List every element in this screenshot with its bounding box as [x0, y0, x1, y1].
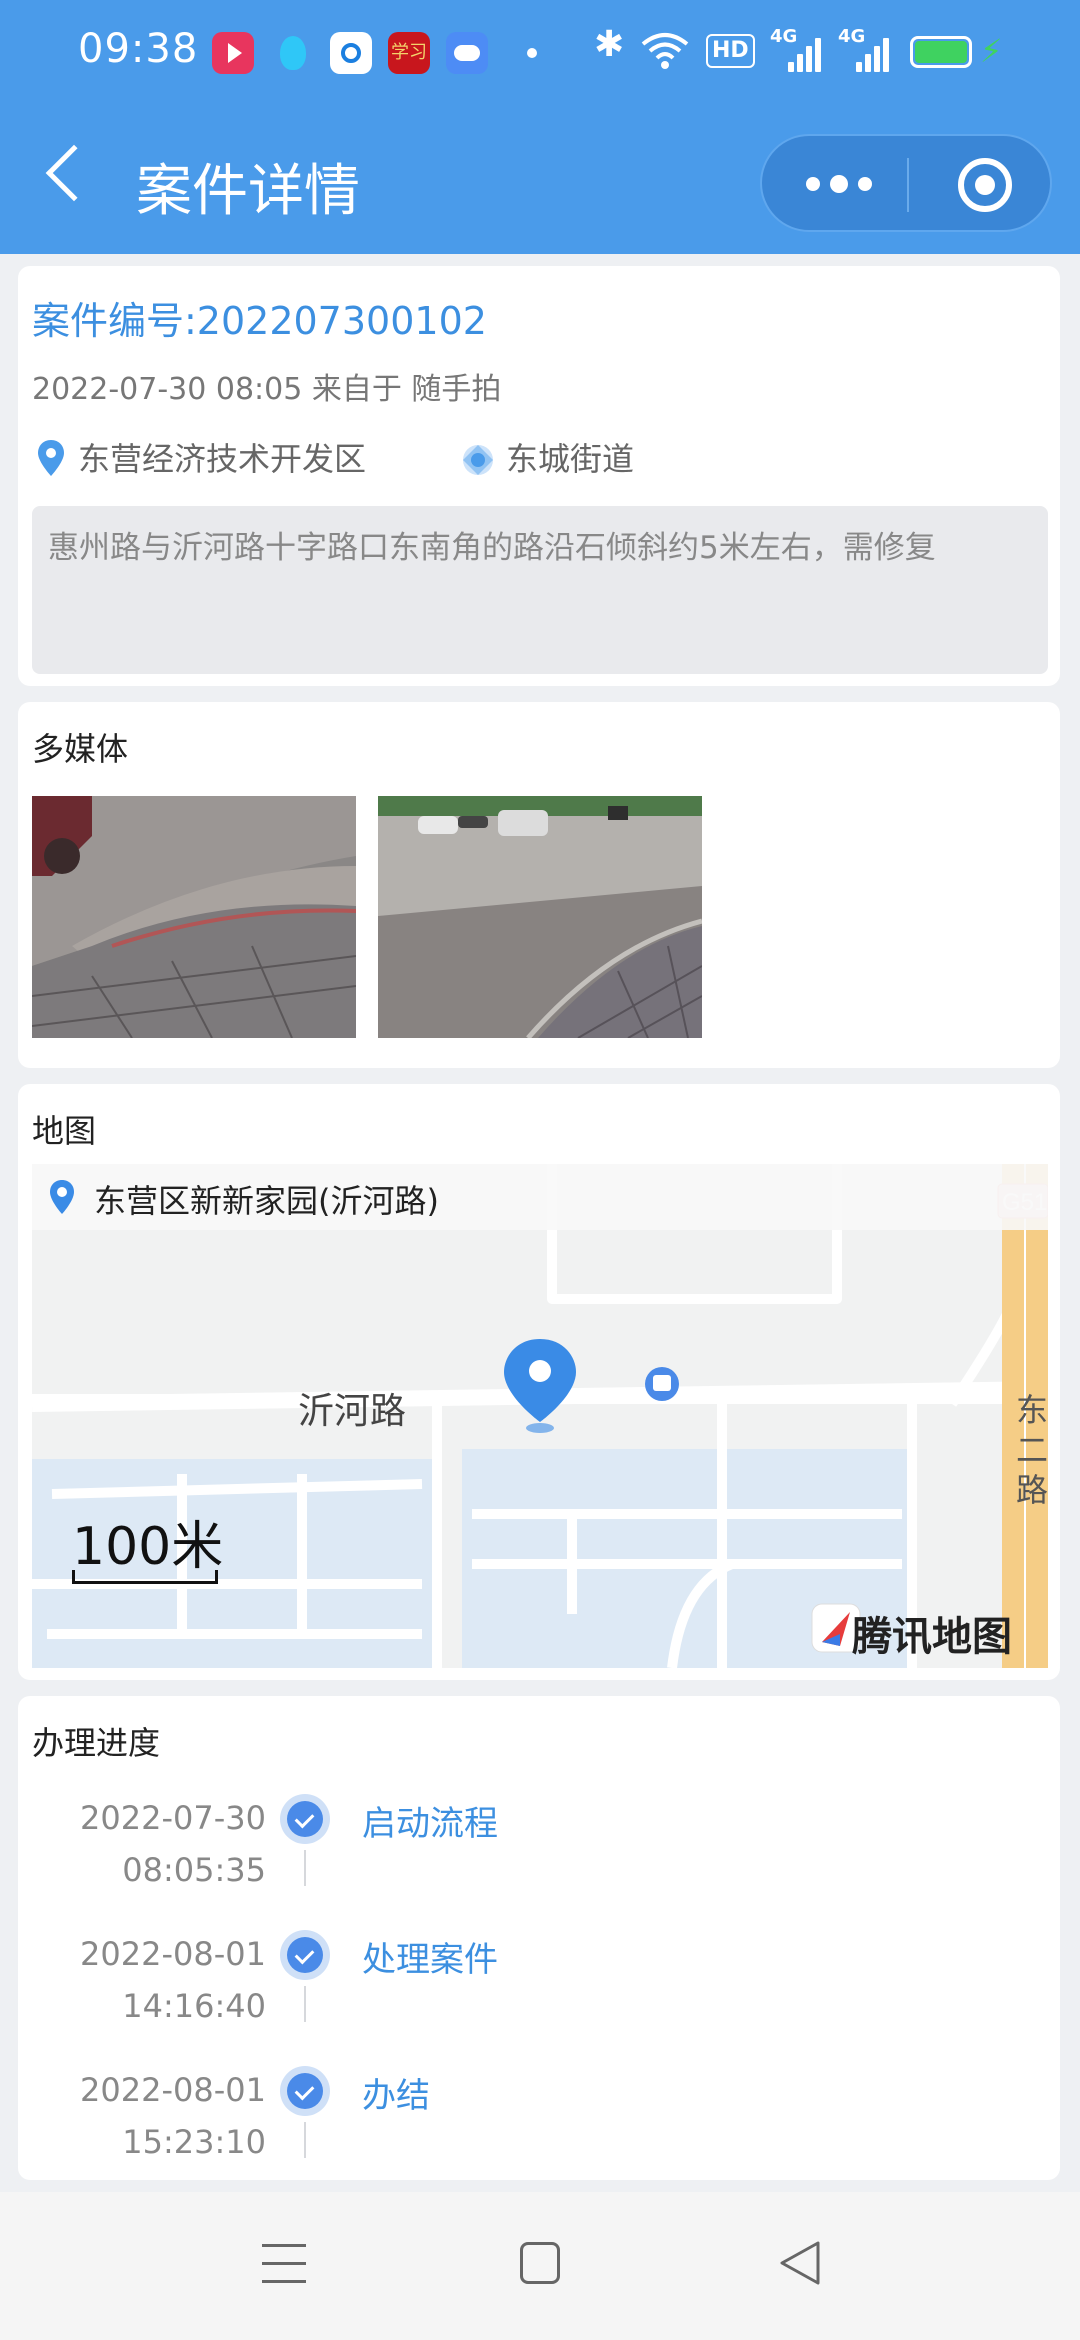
progress-card: 办理进度 2022-07-30 08:05:35 启动流程 2022-08-01… — [18, 1696, 1060, 2180]
step-date-day: 2022-08-01 — [80, 2071, 266, 2109]
cloud-app-icon — [446, 32, 488, 74]
map-provider-logo: 腾讯地图 — [852, 1614, 1012, 1660]
media-title: 多媒体 — [32, 730, 129, 768]
signal-2-icon — [838, 36, 889, 72]
notification-dot-icon — [527, 48, 537, 58]
street-locate-icon — [463, 445, 493, 475]
step-label[interactable]: 处理案件 — [362, 1932, 498, 1981]
case-photo-1[interactable] — [32, 796, 356, 1038]
wifi-icon — [641, 33, 689, 69]
step-date-time: 15:23:10 — [122, 2123, 266, 2161]
battery-level — [915, 41, 967, 63]
blue-app-icon — [330, 32, 372, 74]
top-bar: 09:38 学习 ✱ HD 4G 4G ⚡ 案件详情 — [0, 0, 1080, 254]
mini-program-capsule — [760, 134, 1052, 232]
step-date: 2022-08-01 14:16:40 — [48, 1928, 266, 2032]
street-label: 东城街道 — [506, 440, 635, 478]
home-square-icon[interactable] — [520, 2242, 560, 2284]
video-app-icon — [212, 32, 254, 74]
map-place-bar: 东营区新新家园(沂河路) — [32, 1164, 1048, 1230]
menu-icon[interactable] — [262, 2244, 306, 2284]
check-icon — [280, 1794, 330, 1844]
map-road-label: 沂河路 — [298, 1391, 407, 1432]
location-pin-icon — [38, 440, 64, 476]
step-date: 2022-07-30 08:05:35 — [48, 1792, 266, 1896]
step-date-day: 2022-08-01 — [80, 1935, 266, 1973]
progress-title: 办理进度 — [32, 1724, 161, 1762]
qq-icon — [272, 32, 314, 74]
map-pin-icon — [50, 1180, 74, 1214]
media-card: 多媒体 — [18, 702, 1060, 1068]
app-header: 案件详情 — [0, 108, 1080, 254]
map-view[interactable]: G51 东营区新新家园(沂河路) 沂河路 东二路 100米 腾讯地图 — [32, 1164, 1048, 1668]
back-triangle-icon[interactable] — [778, 2240, 822, 2286]
map-title: 地图 — [32, 1112, 97, 1150]
check-icon — [280, 1930, 330, 1980]
timeline-connector — [304, 1850, 306, 1886]
more-dots-icon[interactable] — [806, 175, 876, 193]
xuexi-icon: 学习 — [388, 32, 430, 74]
case-description: 惠州路与沂河路十字路口东南角的路沿石倾斜约5米左右，需修复 — [32, 506, 1048, 674]
page-title: 案件详情 — [136, 159, 360, 224]
hd-badge: HD — [706, 34, 755, 68]
map-road-label-right: 东二路 — [1016, 1391, 1048, 1509]
step-date: 2022-08-01 15:23:10 — [48, 2064, 266, 2168]
check-icon — [280, 2066, 330, 2116]
case-meta: 2022-07-30 08:05 来自于 随手拍 — [32, 372, 502, 407]
map-scale-label: 100米 — [72, 1517, 224, 1577]
charging-icon: ⚡ — [980, 32, 1003, 70]
map-place-name: 东营区新新家园(沂河路) — [94, 1182, 439, 1220]
step-date-time: 08:05:35 — [122, 1851, 266, 1889]
case-number: 案件编号:202207300102 — [32, 299, 487, 343]
target-icon[interactable] — [958, 158, 1012, 212]
status-bar: 09:38 学习 ✱ HD 4G 4G ⚡ — [0, 0, 1080, 108]
battery-icon — [910, 36, 972, 68]
step-label[interactable]: 启动流程 — [362, 1796, 498, 1845]
chevron-left-icon[interactable] — [45, 144, 103, 202]
case-info-card: 案件编号:202207300102 2022-07-30 08:05 来自于 随… — [18, 266, 1060, 686]
district-label: 东营经济技术开发区 — [78, 440, 367, 478]
system-nav-bar — [0, 2192, 1080, 2340]
capsule-divider — [907, 158, 909, 212]
map-card: 地图 东营区新新家园(沂河路) 沂河路 东二路 100米 腾讯地图 — [18, 1084, 1060, 1680]
timeline-connector — [304, 1986, 306, 2022]
step-date-time: 14:16:40 — [122, 1987, 266, 2025]
step-date-day: 2022-07-30 — [80, 1799, 266, 1837]
map-scale-bar — [72, 1570, 218, 1584]
step-label[interactable]: 办结 — [362, 2068, 430, 2117]
case-photo-2[interactable] — [378, 796, 702, 1038]
status-time: 09:38 — [78, 26, 199, 72]
timeline-connector — [304, 2122, 306, 2158]
bluetooth-icon: ✱ — [594, 24, 625, 65]
signal-1-icon — [770, 36, 821, 72]
